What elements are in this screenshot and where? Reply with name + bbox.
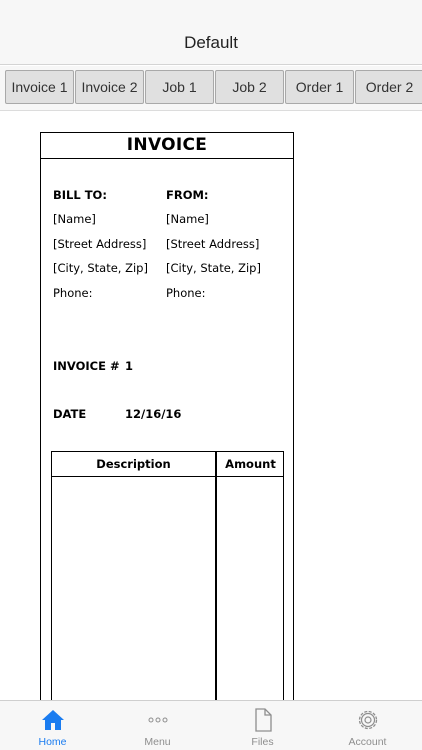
invoice-title: INVOICE [41, 133, 293, 159]
column-divider [215, 452, 217, 700]
tab-invoice-2[interactable]: Invoice 2 [75, 70, 144, 104]
page-title: Default [184, 33, 238, 52]
tab-job-1[interactable]: Job 1 [145, 70, 214, 104]
gear-icon [358, 710, 377, 730]
bill-to-street: [Street Address] [53, 237, 147, 251]
tabbar-item-account[interactable]: Account [315, 701, 420, 750]
invoice-number-label: INVOICE # [53, 359, 120, 373]
tab-order-2[interactable]: Order 2 [355, 70, 422, 104]
tabbar-label-home: Home [38, 736, 67, 748]
from-phone: Phone: [166, 286, 206, 300]
column-header-description: Description [96, 457, 171, 471]
bill-to-heading: BILL TO: [53, 188, 107, 202]
bill-to-name: [Name] [53, 212, 96, 226]
document-preview-area[interactable]: INVOICE BILL TO: [Name] [Street Address]… [0, 112, 422, 700]
tabbar-item-files[interactable]: Files [210, 701, 315, 750]
from-name: [Name] [166, 212, 209, 226]
tabbar-label-menu: Menu [144, 736, 171, 748]
tab-invoice-1[interactable]: Invoice 1 [5, 70, 74, 104]
from-street: [Street Address] [166, 237, 260, 251]
tabbar-item-home[interactable]: Home [0, 701, 105, 750]
invoice-document: INVOICE BILL TO: [Name] [Street Address]… [40, 132, 294, 700]
from-city: [City, State, Zip] [166, 261, 261, 275]
bill-to-city: [City, State, Zip] [53, 261, 148, 275]
column-header-amount: Amount [225, 457, 276, 471]
file-icon [254, 708, 272, 732]
date-value: 12/16/16 [125, 407, 182, 421]
navigation-bar: Default [0, 0, 422, 65]
invoice-number-value: 1 [125, 359, 134, 373]
tab-order-1[interactable]: Order 1 [285, 70, 354, 104]
date-label: DATE [53, 407, 87, 421]
home-icon [41, 710, 64, 730]
tabbar-label-account: Account [348, 736, 387, 748]
from-heading: FROM: [166, 188, 209, 202]
bottom-tab-bar: Home Menu Files Account [0, 700, 422, 750]
more-dots-icon [148, 717, 167, 723]
tabbar-item-menu[interactable]: Menu [105, 701, 210, 750]
line-items-table: Description Amount [51, 451, 284, 700]
tab-job-2[interactable]: Job 2 [215, 70, 284, 104]
document-tab-strip: Invoice 1 Invoice 2 Job 1 Job 2 Order 1 … [0, 66, 422, 111]
bill-to-phone: Phone: [53, 286, 93, 300]
tabbar-label-files: Files [251, 736, 274, 748]
